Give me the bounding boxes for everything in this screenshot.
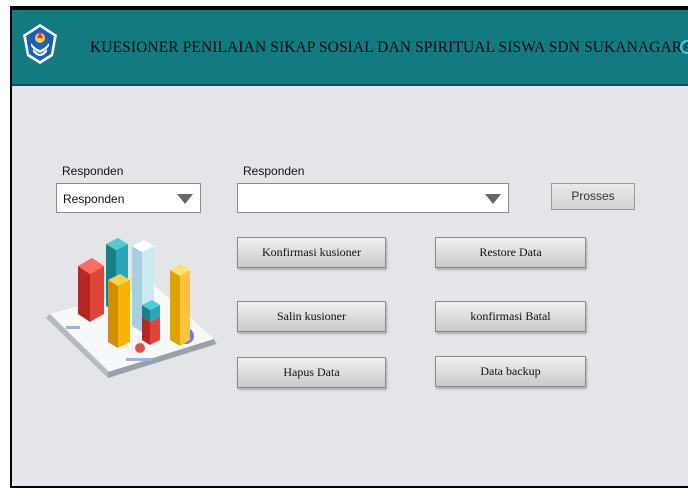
responden-combo-right[interactable]: [237, 183, 509, 213]
data-backup-button[interactable]: Data backup: [435, 356, 586, 387]
chevron-down-icon[interactable]: [177, 194, 193, 204]
tut-wuri-logo-icon: [23, 24, 57, 64]
prosses-button[interactable]: Prosses: [551, 183, 635, 210]
help-icon[interactable]: [680, 40, 688, 54]
restore-data-button[interactable]: Restore Data: [435, 237, 586, 268]
responden-combo-left[interactable]: Responden: [56, 183, 201, 213]
chevron-down-icon[interactable]: [485, 194, 501, 204]
bar-chart-illustration-icon: [46, 238, 218, 378]
app-window: KUESIONER PENILAIAN SIKAP SOSIAL DAN SPI…: [10, 10, 688, 488]
responden-combo-left-value: Responden: [63, 192, 125, 206]
app-title: KUESIONER PENILAIAN SIKAP SOSIAL DAN SPI…: [90, 39, 688, 56]
hapus-data-button[interactable]: Hapus Data: [237, 357, 386, 388]
salin-kusioner-button[interactable]: Salin kusioner: [237, 301, 386, 332]
konfirmasi-kusioner-button[interactable]: Konfirmasi kusioner: [237, 237, 386, 268]
header-bar: KUESIONER PENILAIAN SIKAP SOSIAL DAN SPI…: [12, 10, 688, 86]
responden-label-right: Responden: [243, 164, 305, 178]
konfirmasi-batal-button[interactable]: konfirmasi Batal: [435, 301, 586, 332]
responden-label-left: Responden: [62, 164, 124, 178]
